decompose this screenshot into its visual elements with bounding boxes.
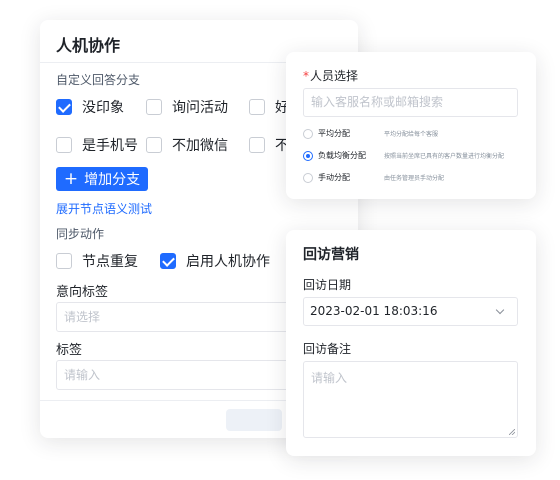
checkbox-box [249,137,265,153]
radio-manual-allocation[interactable]: 手动分配 由任务管理员手动分配 [303,172,444,183]
staff-selection-panel: * 人员选择 输入客服名称或邮箱搜索 平均分配 平均分配给每个客服 负载均衡分配… [286,52,536,199]
required-mark: * [303,69,309,83]
revisit-note-textarea[interactable]: 请输入 [303,361,518,438]
radio-load-balance-allocation[interactable]: 负载均衡分配 按照当前坐席已具有的客户数量进行均衡分配 [303,150,504,161]
checkbox-box [56,137,72,153]
intent-tag-label: 意向标签 [56,285,109,300]
checkbox-box [56,99,72,115]
sync-checkbox-0[interactable]: 节点重复 [56,251,138,271]
textarea-placeholder: 请输入 [311,371,348,385]
checkbox-box [160,253,176,269]
resize-handle-icon[interactable] [509,429,515,435]
branch-checkbox-1[interactable]: 询问活动 [146,97,228,117]
sync-checkbox-1[interactable]: 启用人机协作 [160,251,270,271]
footer-button[interactable] [226,409,282,431]
branch-checkbox-2[interactable]: 好 [249,97,289,117]
add-branch-label: 增加分支 [84,172,141,188]
staff-selection-label: 人员选择 [310,69,359,83]
revisit-marketing-panel: 回访营销 回访日期 2023-02-01 18:03:16 回访备注 请输入 [286,230,536,456]
revisit-note-label: 回访备注 [303,342,352,356]
radio-dot [303,172,313,183]
chevron-down-icon [495,305,505,315]
staff-search-input[interactable]: 输入客服名称或邮箱搜索 [303,88,518,117]
radio-label: 负载均衡分配 [318,151,366,160]
checkbox-box [56,253,72,269]
panel-title: 人机协作 [56,36,121,55]
checkbox-label: 询问活动 [172,100,228,116]
branch-section-label: 自定义回答分支 [56,73,141,87]
radio-description: 平均分配给每个客服 [384,131,439,138]
radio-dot [303,150,313,161]
panel-title: 回访营销 [303,247,359,263]
checkbox-label: 不加微信 [172,138,228,154]
radio-label: 平均分配 [318,129,350,138]
sync-section-label: 同步动作 [56,227,105,241]
checkbox-box [249,99,265,115]
checkbox-label: 节点重复 [82,254,138,270]
radio-description: 由任务管理员手动分配 [384,175,445,182]
checkbox-box [146,137,162,153]
branch-checkbox-0[interactable]: 没印象 [56,97,124,117]
date-value: 2023-02-01 18:03:16 [310,304,438,318]
branch-checkbox-4[interactable]: 不加微信 [146,135,228,155]
checkbox-label: 启用人机协作 [186,254,270,270]
radio-average-allocation[interactable]: 平均分配 平均分配给每个客服 [303,128,438,139]
add-branch-button[interactable]: + 增加分支 [56,167,148,191]
checkbox-label: 是手机号 [82,138,138,154]
expand-semantic-test-link[interactable]: 展开节点语义测试 [56,200,152,217]
radio-dot [303,128,313,139]
branch-checkbox-5[interactable]: 不 [249,135,289,155]
tag-label: 标签 [56,343,83,358]
branch-checkbox-3[interactable]: 是手机号 [56,135,138,155]
checkbox-label: 没印象 [82,100,124,116]
plus-icon: + [63,168,79,189]
checkbox-box [146,99,162,115]
radio-label: 手动分配 [318,173,350,182]
revisit-date-label: 回访日期 [303,278,352,292]
radio-description: 按照当前坐席已具有的客户数量进行均衡分配 [384,153,505,160]
revisit-date-picker[interactable]: 2023-02-01 18:03:16 [303,297,518,326]
